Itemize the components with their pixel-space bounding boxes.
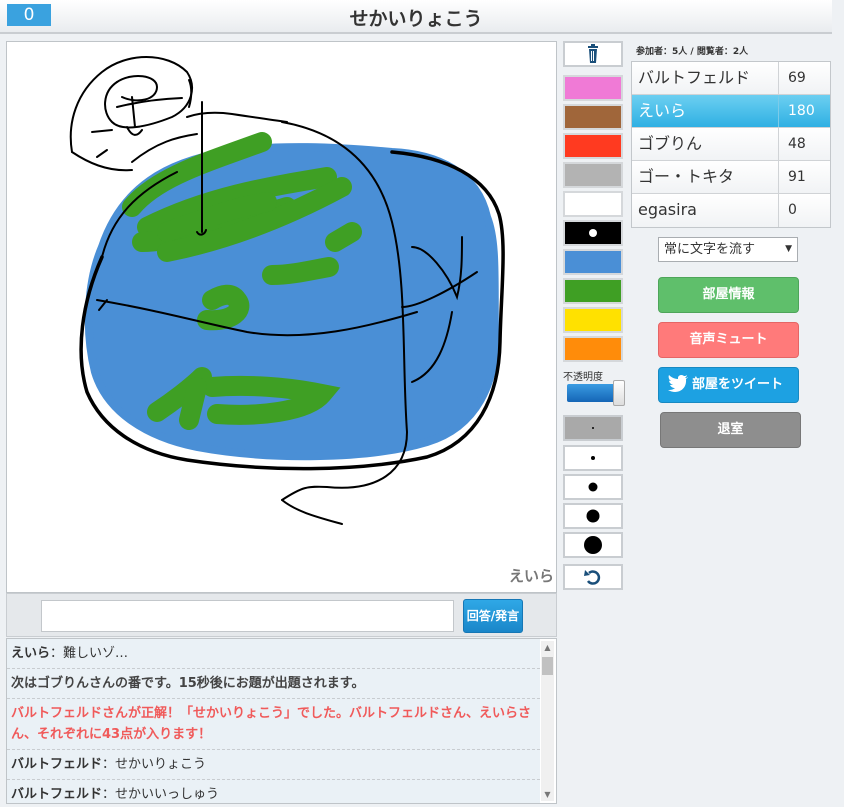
player-name: えいら bbox=[632, 95, 779, 127]
tweet-room-button[interactable]: 部屋をツイート bbox=[658, 367, 799, 403]
scroll-thumb[interactable] bbox=[542, 657, 553, 675]
chat-message: えいら：難しいゾ… bbox=[7, 639, 540, 669]
undo-icon bbox=[584, 570, 601, 585]
player-list: バルトフェルド 69 えいら 180 ゴブりん 48 ゴー・トキタ 91 egasira… bbox=[631, 61, 831, 228]
chat-separator: ： bbox=[102, 757, 116, 772]
color-swatch[interactable] bbox=[563, 104, 623, 130]
pen-size-3[interactable] bbox=[563, 474, 623, 500]
participant-counts: 参加者：5人 / 閲覧者：2人 bbox=[636, 47, 749, 57]
player-row: ゴブりん 48 bbox=[632, 128, 830, 161]
exit-room-button[interactable]: 退室 bbox=[660, 412, 801, 448]
chat-text: せかいいっしゅう bbox=[115, 787, 220, 802]
player-name: egasira bbox=[632, 194, 779, 227]
chat-text: せかいりょこう bbox=[115, 757, 207, 772]
pen-size-dot bbox=[591, 456, 595, 460]
scroll-up-icon[interactable]: ▲ bbox=[541, 641, 554, 654]
pen-size-dot bbox=[584, 536, 602, 554]
chat-author: バルトフェルド bbox=[11, 787, 103, 802]
color-swatch[interactable] bbox=[563, 133, 623, 159]
player-name: ゴー・トキタ bbox=[632, 161, 779, 193]
color-swatch[interactable] bbox=[563, 278, 623, 304]
opacity-slider-thumb[interactable] bbox=[613, 380, 625, 406]
color-swatch[interactable] bbox=[563, 307, 623, 333]
pen-size-2[interactable] bbox=[563, 445, 623, 471]
chat-message: バルトフェルド：せかいいっしゅう bbox=[7, 780, 540, 803]
drawer-name: えいら bbox=[508, 567, 554, 585]
color-swatch[interactable] bbox=[563, 75, 623, 101]
chat-author: バルトフェルド bbox=[11, 757, 103, 772]
room-info-button[interactable]: 部屋情報 bbox=[658, 277, 799, 313]
chat-separator: ： bbox=[50, 646, 64, 661]
player-score: 48 bbox=[788, 136, 806, 152]
player-row-active: えいら 180 bbox=[632, 95, 830, 128]
color-swatch[interactable] bbox=[563, 162, 623, 188]
selected-color-marker bbox=[589, 229, 597, 237]
clear-canvas-button[interactable] bbox=[563, 41, 623, 67]
correct-answer-message: バルトフェルドさんが正解！「せかいりょこう」でした。バルトフェルドさん、えいらさ… bbox=[7, 699, 540, 750]
player-name: バルトフェルド bbox=[632, 62, 779, 94]
opacity-slider[interactable] bbox=[567, 380, 625, 406]
topic-title: せかいりょこう bbox=[349, 8, 483, 30]
pen-size-dot bbox=[592, 427, 594, 429]
answer-submit-button[interactable]: 回答/発言 bbox=[463, 599, 523, 633]
header: 0 せかいりょこう bbox=[0, 0, 832, 34]
tweet-button-label: 部屋をツイート bbox=[691, 377, 783, 392]
system-message: 次はゴブりんさんの番です。15秒後にお題が出題されます。 bbox=[7, 669, 540, 699]
pen-size-5[interactable] bbox=[563, 532, 623, 558]
drawing-artwork bbox=[69, 56, 505, 525]
player-score: 91 bbox=[788, 169, 806, 185]
scroll-down-icon[interactable]: ▼ bbox=[541, 788, 554, 801]
answer-input[interactable] bbox=[41, 600, 454, 632]
twitter-bird-icon bbox=[668, 374, 688, 392]
text-flow-value: 常に文字を流す bbox=[664, 242, 756, 257]
opacity-label: 不透明度 bbox=[563, 372, 603, 383]
chat-log[interactable]: えいら：難しいゾ… 次はゴブりんさんの番です。15秒後にお題が出題されます。 バ… bbox=[6, 638, 557, 804]
player-score: 0 bbox=[788, 202, 797, 218]
color-swatch[interactable] bbox=[563, 336, 623, 362]
player-score: 180 bbox=[788, 103, 815, 119]
drawing-canvas[interactable]: えいら bbox=[6, 41, 557, 593]
mute-audio-button[interactable]: 音声ミュート bbox=[658, 322, 799, 358]
color-swatch[interactable] bbox=[563, 191, 623, 217]
player-row: ゴー・トキタ 91 bbox=[632, 161, 830, 194]
player-row: egasira 0 bbox=[632, 194, 830, 227]
text-flow-select[interactable]: 常に文字を流す ▼ bbox=[658, 237, 798, 262]
chat-text: 難しいゾ… bbox=[63, 646, 129, 661]
pen-size-4[interactable] bbox=[563, 503, 623, 529]
chat-message: バルトフェルド：せかいりょこう bbox=[7, 750, 540, 780]
pen-size-1[interactable] bbox=[563, 415, 623, 441]
color-swatch[interactable] bbox=[563, 249, 623, 275]
answer-bar: 回答/発言 bbox=[6, 593, 557, 637]
pen-size-dot bbox=[586, 509, 600, 523]
pen-size-dot bbox=[588, 482, 598, 492]
undo-button[interactable] bbox=[563, 564, 623, 590]
chat-scrollbar[interactable]: ▲ ▼ bbox=[541, 641, 554, 801]
player-row: バルトフェルド 69 bbox=[632, 62, 830, 95]
player-score: 69 bbox=[788, 70, 806, 86]
chat-separator: ： bbox=[102, 787, 116, 802]
trash-icon bbox=[588, 44, 598, 63]
color-swatch[interactable] bbox=[563, 220, 623, 246]
player-name: ゴブりん bbox=[632, 128, 779, 160]
chevron-down-icon: ▼ bbox=[785, 244, 792, 254]
chat-author: えいら bbox=[11, 646, 51, 661]
